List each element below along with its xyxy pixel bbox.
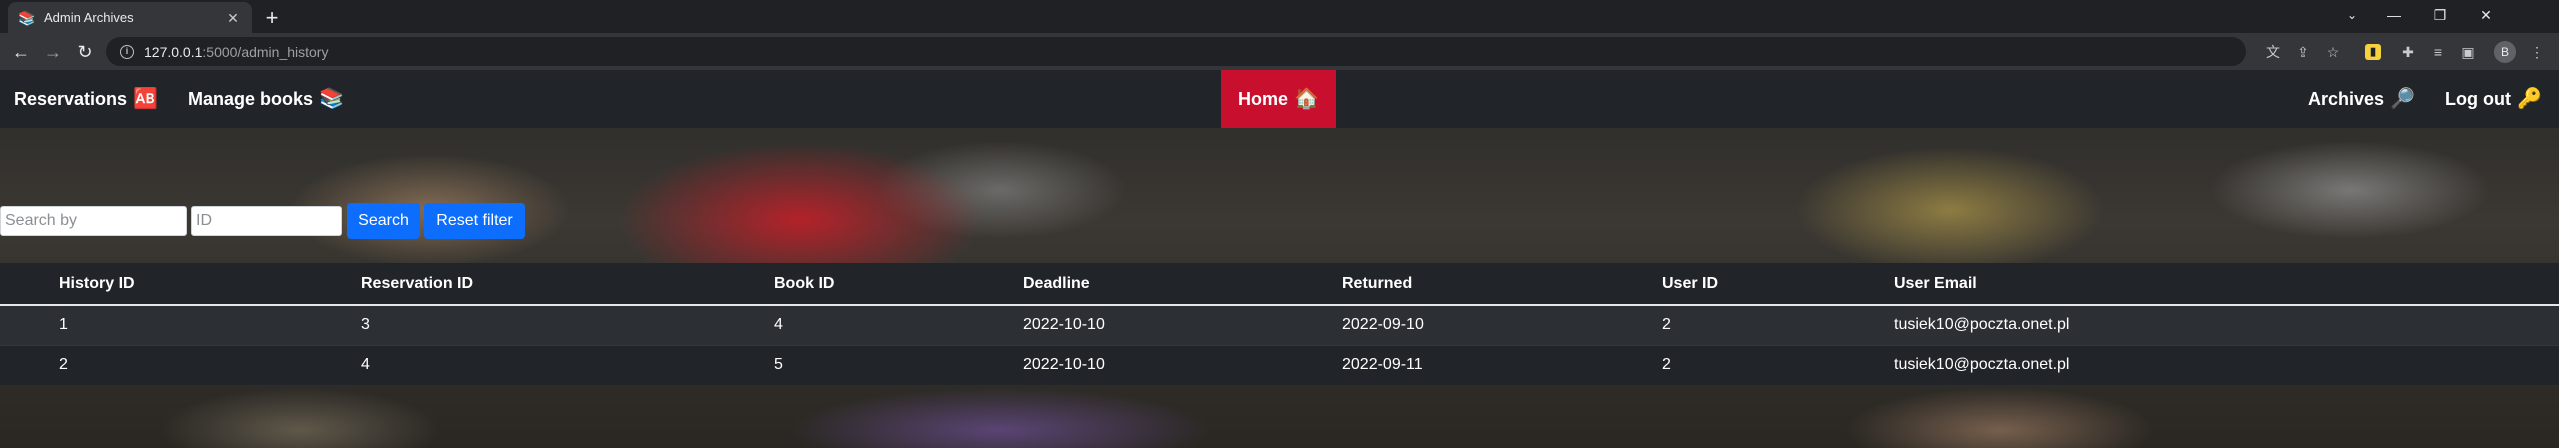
nav-manage-books-link[interactable]: Manage books 📚 [188, 70, 344, 128]
nav-manage-books-label: Manage books [188, 89, 314, 109]
column-header: User ID [1662, 263, 1894, 306]
side-panel-icon[interactable]: ▣ [2458, 42, 2478, 62]
nav-reservations-label: Reservations [14, 89, 128, 109]
browser-tab[interactable]: 📚 Admin Archives ✕ [8, 2, 252, 33]
site-info-icon[interactable]: i [120, 44, 134, 59]
column-header: User Email [1894, 263, 2559, 306]
nav-archives-label: Archives [2308, 89, 2385, 109]
table-cell: tusiek10@poczta.onet.pl [1894, 344, 2559, 385]
reservations-emoji-icon: 🆎 [133, 88, 158, 110]
nav-logout-label: Log out [2445, 89, 2511, 109]
nav-logout-link[interactable]: Log out 🔑 [2445, 70, 2542, 128]
column-header: History ID [59, 263, 361, 306]
search-button[interactable]: Search [347, 203, 420, 239]
address-bar[interactable]: i 127.0.0.1:5000/admin_history [106, 37, 2246, 66]
reset-filter-button[interactable]: Reset filter [424, 203, 525, 239]
nav-reservations-link[interactable]: Reservations 🆎 [14, 70, 158, 128]
column-header: Deadline [1023, 263, 1342, 306]
table-cell: tusiek10@poczta.onet.pl [1894, 304, 2559, 345]
reload-icon[interactable]: ↻ [70, 37, 100, 67]
table-cell: 2 [1662, 304, 1894, 345]
table-cell: 4 [774, 304, 1023, 345]
table-cell: 2022-09-11 [1342, 344, 1662, 385]
table-row: 1 3 4 2022-10-10 2022-09-10 2 tusiek10@p… [0, 304, 2559, 345]
profile-avatar[interactable]: B [2494, 41, 2516, 63]
table-cell: 2022-10-10 [1023, 304, 1342, 345]
browser-toolbar: ← → ↻ i 127.0.0.1:5000/admin_history 文 ⇪… [0, 33, 2559, 70]
nav-archives-link[interactable]: Archives 🔎 [2308, 70, 2415, 128]
books-favicon-icon: 📚 [18, 9, 36, 26]
table-cell: 2 [59, 344, 361, 385]
history-table: History ID Reservation ID Book ID Deadli… [0, 263, 2559, 385]
reading-list-icon[interactable]: ≡ [2428, 42, 2448, 62]
translate-icon[interactable]: 文 [2263, 42, 2283, 62]
id-input[interactable] [191, 206, 342, 236]
table-row: 2 4 5 2022-10-10 2022-09-11 2 tusiek10@p… [0, 344, 2559, 385]
close-window-icon[interactable]: ✕ [2463, 0, 2509, 30]
key-emoji-icon: 🔑 [2516, 88, 2542, 110]
tab-search-chevron-icon[interactable]: ⌄ [2341, 4, 2363, 26]
search-by-input[interactable] [0, 206, 187, 236]
page-background: Reservations 🆎 Manage books 📚 Home 🏠 Archiv… [0, 70, 2559, 448]
close-tab-icon[interactable]: ✕ [224, 9, 242, 27]
restore-icon[interactable]: ❐ [2417, 0, 2463, 30]
bookmark-star-icon[interactable]: ☆ [2323, 42, 2343, 62]
menu-dots-icon[interactable]: ⋮ [2527, 42, 2547, 62]
column-header: Returned [1342, 263, 1662, 306]
nav-home-link[interactable]: Home 🏠 [1221, 70, 1336, 128]
url-path: :5000/admin_history [202, 43, 329, 60]
nav-home-label: Home [1238, 89, 1289, 109]
table-cell: 4 [361, 344, 774, 385]
minimize-icon[interactable]: — [2371, 0, 2417, 30]
column-header: Reservation ID [361, 263, 774, 306]
magnifier-emoji-icon: 🔎 [2390, 88, 2415, 110]
column-header: Book ID [774, 263, 1023, 306]
house-emoji-icon: 🏠 [1294, 88, 1319, 110]
extension-icon[interactable]: ▮ [2365, 44, 2381, 60]
table-header-row: History ID Reservation ID Book ID Deadli… [0, 263, 2559, 306]
back-arrow-icon[interactable]: ← [6, 37, 36, 67]
puzzle-extensions-icon[interactable]: ✚ [2398, 42, 2418, 62]
forward-arrow-icon[interactable]: → [38, 37, 68, 67]
table-cell: 1 [59, 304, 361, 345]
tab-title: Admin Archives [44, 10, 134, 25]
table-cell: 2022-10-10 [1023, 344, 1342, 385]
table-cell: 2 [1662, 344, 1894, 385]
share-icon[interactable]: ⇪ [2293, 42, 2313, 62]
site-navbar: Reservations 🆎 Manage books 📚 Home 🏠 Archiv… [0, 70, 2559, 128]
books-emoji-icon: 📚 [319, 88, 344, 110]
url-host: 127.0.0.1 [144, 43, 203, 60]
new-tab-button[interactable]: + [258, 4, 286, 32]
table-cell: 5 [774, 344, 1023, 385]
table-cell: 2022-09-10 [1342, 304, 1662, 345]
browser-tabstrip: 📚 Admin Archives ✕ + ⌄ — ❐ ✕ [0, 0, 2559, 33]
table-cell: 3 [361, 304, 774, 345]
